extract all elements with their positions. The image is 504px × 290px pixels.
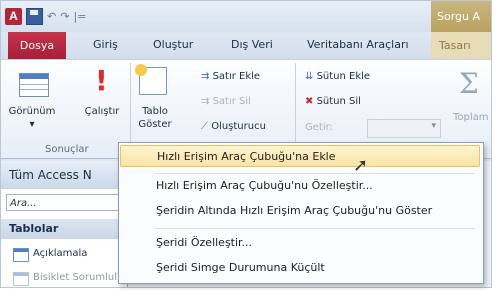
show-table-label-1: Tablo xyxy=(142,106,168,117)
title-bar: A ↶ ↷ |= xyxy=(1,1,491,32)
table-icon xyxy=(13,248,29,262)
customize-qat-icon[interactable]: |= xyxy=(73,10,86,23)
return-label: Getir: xyxy=(305,122,333,133)
group-divider xyxy=(130,63,131,149)
redo-icon[interactable]: ↷ xyxy=(60,10,69,23)
ribbon-tabs: Giriş Oluştur Dış Veri Veritabanı Araçla… xyxy=(1,32,491,59)
builder-button[interactable]: ⟋ Oluşturucu xyxy=(201,120,266,133)
show-table-label-2: Göster xyxy=(138,119,172,130)
insert-columns-button[interactable]: ⇊ Sütun Ekle xyxy=(305,70,370,83)
tab-file[interactable]: Dosya xyxy=(8,32,66,59)
group-divider xyxy=(295,63,296,149)
show-table-button[interactable]: Tablo Göster xyxy=(133,105,177,131)
nav-section-tables[interactable]: Tablolar xyxy=(1,219,127,239)
tab-external-data[interactable]: Dış Veri xyxy=(231,38,273,51)
tab-create[interactable]: Oluştur xyxy=(153,38,193,51)
delete-rows-icon: ⇉ xyxy=(201,96,210,107)
tab-design[interactable]: Tasarı xyxy=(431,32,491,59)
nav-item-table[interactable]: Bisiklet Sorumlul xyxy=(33,272,117,283)
tab-database-tools[interactable]: Veritabanı Araçları xyxy=(307,38,409,51)
totals-button[interactable]: Toplam xyxy=(453,112,489,123)
menu-separator xyxy=(155,173,475,174)
save-icon[interactable] xyxy=(26,8,43,25)
builder-label: Oluşturucu xyxy=(211,121,266,132)
totals-sigma-icon: Σ xyxy=(459,67,479,100)
view-button-label: Görünüm xyxy=(8,106,56,117)
builder-wand-icon: ⟋ xyxy=(201,121,208,132)
insert-columns-icon: ⇊ xyxy=(305,71,314,82)
chevron-down-icon: ▾ xyxy=(29,119,35,130)
table-icon xyxy=(13,272,29,286)
nav-item-table[interactable]: Açıklamala xyxy=(33,248,87,259)
menu-minimize-ribbon[interactable]: Şeridi Simge Durumuna Küçült xyxy=(120,257,480,279)
menu-separator xyxy=(155,228,475,229)
menu-show-qat-below[interactable]: Şeridin Altında Hızlı Erişim Araç Çubuğu… xyxy=(120,200,480,222)
delete-rows-button[interactable]: ⇉ Satır Sil xyxy=(201,95,251,108)
delete-columns-label: Sütun Sil xyxy=(316,96,361,107)
insert-rows-label: Satır Ekle xyxy=(212,71,261,82)
nav-pane-title[interactable]: Tüm Access N xyxy=(1,161,127,189)
results-group-label: Sonuçlar xyxy=(45,144,89,155)
menu-customize-qat[interactable]: Hızlı Erişim Araç Çubuğu'nu Özelleştir..… xyxy=(120,175,480,197)
run-exclamation-icon: ! xyxy=(95,64,108,97)
tab-home[interactable]: Giriş xyxy=(93,38,118,51)
view-button[interactable]: Görünüm ▾ xyxy=(6,105,58,131)
menu-customize-ribbon[interactable]: Şeridi Özelleştir... xyxy=(120,232,480,254)
context-tab-title: Sorgu A xyxy=(431,1,491,32)
undo-icon[interactable]: ↶ xyxy=(47,10,56,23)
ribbon-context-menu: Hızlı Erişim Araç Çubuğu'na Ekle Hızlı E… xyxy=(118,142,484,284)
run-button[interactable]: Çalıştır xyxy=(79,105,125,118)
navigation-pane: Tüm Access N Ara... Tablolar Açıklamala … xyxy=(1,161,128,287)
insert-rows-button[interactable]: ⇉ Satır Ekle xyxy=(201,70,260,83)
menu-add-to-qat[interactable]: Hızlı Erişim Araç Çubuğu'na Ekle xyxy=(120,145,480,167)
insert-rows-icon: ⇉ xyxy=(201,71,210,82)
datasheet-view-icon xyxy=(19,73,49,97)
return-dropdown[interactable] xyxy=(367,119,441,138)
show-table-icon xyxy=(135,64,167,95)
nav-search-input[interactable]: Ara... xyxy=(6,194,122,211)
access-app-icon[interactable]: A xyxy=(5,8,22,25)
insert-columns-label: Sütun Ekle xyxy=(316,71,371,82)
mouse-pointer-icon: ➚ xyxy=(353,155,369,176)
delete-rows-label: Satır Sil xyxy=(212,96,251,107)
delete-columns-icon: ✖ xyxy=(305,96,314,107)
delete-columns-button[interactable]: ✖ Sütun Sil xyxy=(305,95,361,108)
quick-access-toolbar: A ↶ ↷ |= xyxy=(5,8,86,25)
